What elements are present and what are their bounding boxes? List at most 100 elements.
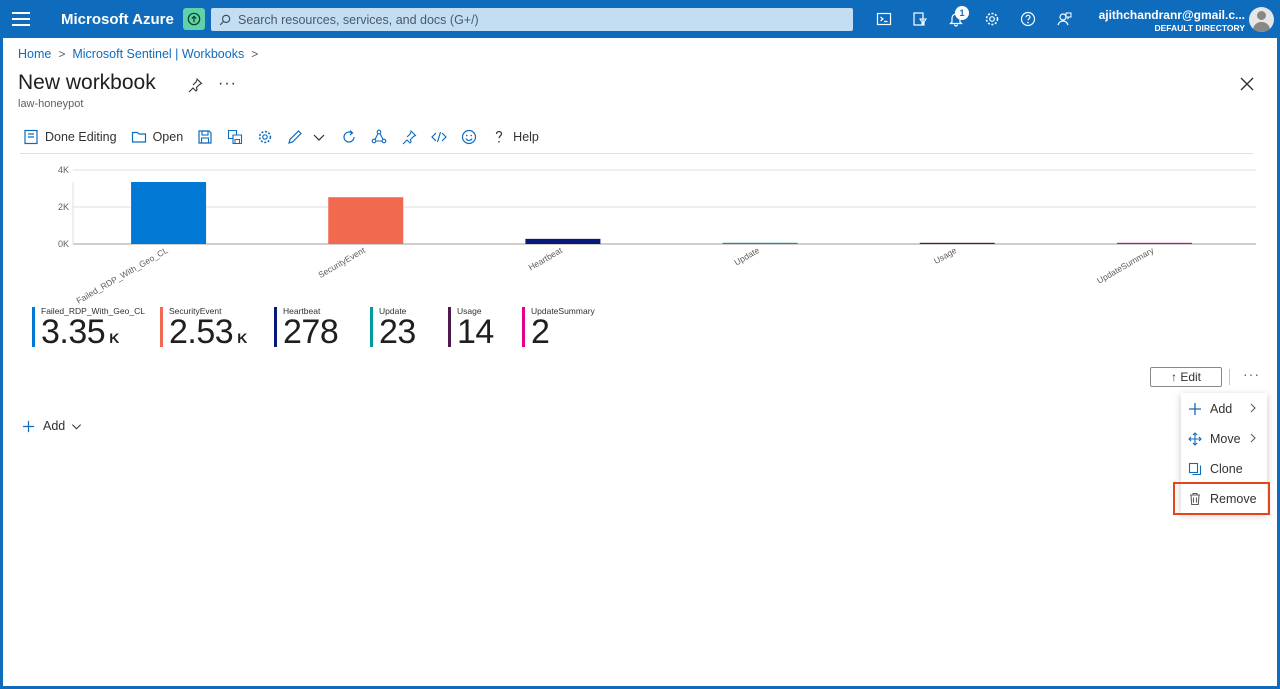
menu-item-add-label: Add — [1210, 401, 1233, 416]
pencil-icon — [288, 130, 303, 144]
plus-icon — [1189, 402, 1201, 415]
toolbar-divider — [20, 153, 1253, 154]
chevron-right-icon: > — [251, 47, 259, 61]
tile-value-number: 3.35 — [41, 313, 106, 351]
directory-filter-icon[interactable] — [911, 10, 929, 28]
tile-value-number: 23 — [379, 313, 416, 351]
account-email: ajithchandranr@gmail.c... — [1098, 8, 1245, 22]
chevron-right-icon — [1250, 433, 1256, 443]
gear-icon — [258, 130, 272, 144]
refresh-button[interactable] — [341, 129, 357, 145]
notification-count-badge: 1 — [955, 6, 969, 20]
breadcrumb-sentinel-workbooks[interactable]: Microsoft Sentinel | Workbooks — [72, 47, 244, 61]
search-placeholder: Search resources, services, and docs (G+… — [238, 12, 479, 27]
save-button[interactable] — [197, 129, 213, 145]
bar-Usage — [919, 242, 995, 244]
account-info[interactable]: ajithchandranr@gmail.c... DEFAULT DIRECT… — [1090, 8, 1245, 33]
upgrade-icon[interactable] — [183, 8, 205, 30]
breadcrumb-home[interactable]: Home — [18, 47, 51, 61]
x-tick-label: Update — [732, 245, 761, 268]
tile-value-unit: K — [109, 330, 119, 346]
tile-value: 3.35 K — [41, 315, 119, 355]
pin-button[interactable] — [401, 129, 417, 145]
metric-tile[interactable]: Failed_RDP_With_Geo_CL 3.35 K — [32, 305, 160, 349]
search-input[interactable]: Search resources, services, and docs (G+… — [211, 8, 853, 31]
share-button[interactable] — [371, 129, 387, 145]
step-more-options-icon[interactable]: ··· — [1243, 366, 1260, 382]
settings-button[interactable] — [257, 129, 273, 145]
save-as-button[interactable] — [227, 129, 243, 145]
x-tick-label: Failed_RDP_With_Geo_CL — [75, 245, 170, 306]
top-bar: Microsoft Azure Search resources, servic… — [0, 0, 1280, 38]
tile-value-number: 14 — [457, 313, 494, 351]
pin-icon[interactable] — [187, 77, 203, 93]
add-step-button[interactable]: Add — [22, 419, 82, 433]
save-as-icon — [228, 129, 243, 145]
question-mark-icon — [496, 130, 503, 143]
edit-step-button[interactable]: ↑ Edit — [1150, 367, 1222, 387]
done-editing-button[interactable]: Done Editing — [23, 129, 117, 145]
brand-title[interactable]: Microsoft Azure — [61, 11, 174, 28]
tile-value: 2 — [531, 313, 550, 351]
y-tick-label: 2K — [58, 202, 69, 212]
metric-tile[interactable]: UpdateSummary 2 — [522, 305, 602, 351]
pin-icon — [402, 130, 417, 145]
bar-SecurityEvent — [328, 197, 404, 244]
tile-value-number: 278 — [283, 313, 339, 351]
menu-item-move-label: Move — [1210, 431, 1241, 446]
trash-icon — [1190, 492, 1200, 505]
menu-item-remove[interactable]: Remove — [1173, 482, 1270, 515]
feedback-icon[interactable] — [1055, 10, 1073, 28]
code-button[interactable] — [431, 129, 448, 145]
edit-dropdown-button[interactable] — [311, 129, 327, 145]
help-label: Help — [513, 130, 539, 144]
edit-divider — [1229, 369, 1230, 385]
settings-gear-icon[interactable] — [983, 10, 1001, 28]
help-icon[interactable] — [1019, 10, 1037, 28]
menu-item-clone-label: Clone — [1210, 461, 1243, 476]
add-label: Add — [43, 419, 66, 433]
chevron-down-icon — [313, 134, 325, 141]
done-editing-label: Done Editing — [45, 130, 117, 144]
metric-tile[interactable]: SecurityEvent 2.53 K — [160, 305, 274, 349]
bar-chart: 0K 2K 4K Failed_RDP_With_Geo_CL SecurityEven… — [18, 162, 1258, 306]
chart-svg: 0K 2K 4K Failed_RDP_With_Geo_CL SecurityEven… — [58, 165, 1256, 306]
x-tick-label: Heartbeat — [527, 245, 565, 273]
menu-item-remove-label: Remove — [1210, 491, 1257, 506]
avatar[interactable] — [1249, 7, 1274, 32]
main-content: Home > Microsoft Sentinel | Workbooks > … — [3, 38, 1277, 686]
x-tick-label: Usage — [932, 245, 959, 266]
tile-value-number: 2 — [531, 313, 550, 351]
help-button[interactable]: Help — [491, 129, 539, 145]
smiley-icon — [462, 129, 477, 145]
chevron-right-icon: > — [58, 47, 66, 61]
menu-item-clone[interactable]: Clone — [1181, 454, 1267, 483]
account-directory: DEFAULT DIRECTORY — [1154, 23, 1245, 33]
edit-pencil-button[interactable] — [287, 129, 303, 145]
metric-tile[interactable]: Update 23 — [370, 305, 448, 349]
tile-color-bar — [370, 307, 373, 347]
feedback-smiley-button[interactable] — [461, 129, 477, 145]
menu-item-move[interactable]: Move — [1181, 424, 1267, 453]
move-arrows-icon — [1188, 431, 1202, 446]
refresh-icon — [343, 130, 355, 143]
cloud-shell-icon[interactable] — [875, 10, 893, 28]
more-options-icon[interactable]: ··· — [218, 75, 237, 93]
folder-open-icon — [131, 131, 146, 143]
share-icon — [371, 129, 387, 144]
metric-tile[interactable]: Heartbeat 278 — [274, 305, 370, 349]
clone-icon — [1188, 462, 1202, 475]
hamburger-menu-icon[interactable] — [12, 12, 30, 26]
tile-value-unit: K — [237, 330, 247, 346]
menu-item-add[interactable]: Add — [1181, 394, 1267, 423]
open-button[interactable]: Open — [131, 129, 184, 145]
metric-tile[interactable]: Usage 14 — [448, 305, 522, 349]
x-tick-label: SecurityEvent — [316, 245, 367, 280]
y-tick-label: 0K — [58, 239, 69, 249]
open-label: Open — [152, 130, 184, 144]
page-subtitle: law-honeypot — [18, 98, 84, 110]
x-tick-label: UpdateSummary — [1095, 245, 1156, 286]
tile-value-number: 2.53 — [169, 313, 234, 351]
bar-Failed_RDP_With_Geo_CL — [131, 182, 207, 244]
close-icon[interactable] — [1240, 77, 1254, 91]
